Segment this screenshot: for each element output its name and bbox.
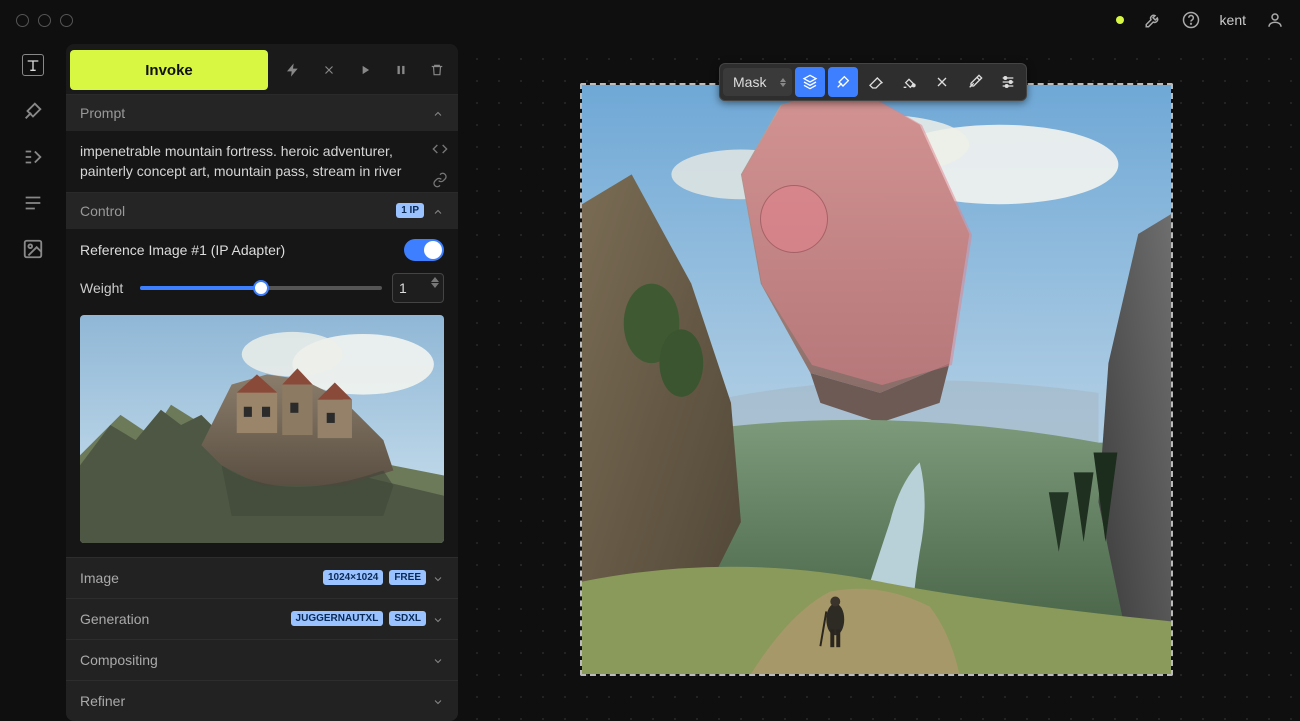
- clear-icon[interactable]: [927, 67, 957, 97]
- fill-icon[interactable]: [894, 67, 924, 97]
- image-section[interactable]: Image 1024×1024 FREE: [66, 557, 458, 598]
- play-icon[interactable]: [356, 62, 374, 78]
- wrench-icon[interactable]: [1144, 11, 1162, 29]
- mask-overlay: [582, 85, 1171, 674]
- settings-sidebar: Invoke Prompt impenetrable mountain fort…: [66, 44, 458, 721]
- gallery-tool-icon[interactable]: [22, 238, 44, 260]
- free-badge: FREE: [389, 570, 426, 585]
- control-header[interactable]: Control 1 IP: [66, 193, 458, 229]
- chevron-up-icon: [432, 205, 444, 217]
- model-badge: JUGGERNAUTXL: [291, 611, 384, 626]
- mask-mode-select[interactable]: Mask: [723, 68, 792, 96]
- invoke-button[interactable]: Invoke: [70, 50, 268, 90]
- user-icon[interactable]: [1266, 11, 1284, 29]
- refiner-section[interactable]: Refiner: [66, 680, 458, 721]
- minimize-window[interactable]: [38, 14, 51, 27]
- brush-icon[interactable]: [828, 67, 858, 97]
- chevron-down-icon: [432, 654, 444, 666]
- eraser-icon[interactable]: [861, 67, 891, 97]
- titlebar: kent: [0, 0, 1300, 40]
- generation-section[interactable]: Generation JUGGERNAUTXL SDXL: [66, 598, 458, 639]
- canvas-image[interactable]: [580, 83, 1173, 676]
- eyedropper-icon[interactable]: [960, 67, 990, 97]
- control-title: Control: [80, 203, 125, 219]
- pause-icon[interactable]: [392, 62, 410, 78]
- workflow-tool-icon[interactable]: [22, 146, 44, 168]
- chevron-down-icon: [432, 572, 444, 584]
- trash-icon[interactable]: [428, 62, 446, 78]
- ip-badge: 1 IP: [396, 203, 424, 218]
- bolt-icon[interactable]: [284, 62, 302, 78]
- prompt-textarea[interactable]: impenetrable mountain fortress. heroic a…: [80, 141, 444, 182]
- cancel-icon[interactable]: [320, 62, 338, 78]
- status-indicator: [1116, 16, 1124, 24]
- queue-tool-icon[interactable]: [22, 192, 44, 214]
- brush-tool-icon[interactable]: [22, 100, 44, 122]
- canvas-toolbar: Mask: [719, 63, 1027, 101]
- code-icon[interactable]: [432, 141, 448, 160]
- text-tool-icon[interactable]: [22, 54, 44, 76]
- prompt-header[interactable]: Prompt: [66, 95, 458, 131]
- maximize-window[interactable]: [60, 14, 73, 27]
- settings-sliders-icon[interactable]: [993, 67, 1023, 97]
- compositing-section[interactable]: Compositing: [66, 639, 458, 680]
- prompt-title: Prompt: [80, 105, 125, 121]
- weight-increment[interactable]: [431, 277, 439, 282]
- resolution-badge: 1024×1024: [323, 570, 383, 585]
- reference-image-label: Reference Image #1 (IP Adapter): [80, 242, 285, 258]
- weight-decrement[interactable]: [431, 283, 439, 288]
- help-icon[interactable]: [1182, 11, 1200, 29]
- arch-badge: SDXL: [389, 611, 426, 626]
- chevron-up-icon: [432, 107, 444, 119]
- reference-image-toggle[interactable]: [404, 239, 444, 261]
- close-window[interactable]: [16, 14, 29, 27]
- prompt-section: Prompt impenetrable mountain fortress. h…: [66, 94, 458, 192]
- weight-input[interactable]: 1: [392, 273, 444, 303]
- link-icon[interactable]: [432, 172, 448, 191]
- reference-image-preview[interactable]: [80, 315, 444, 543]
- chevron-down-icon: [432, 695, 444, 707]
- control-section: Control 1 IP Reference Image #1 (IP Adap…: [66, 192, 458, 557]
- username[interactable]: kent: [1220, 12, 1246, 28]
- layers-icon[interactable]: [795, 67, 825, 97]
- weight-slider[interactable]: [140, 286, 382, 290]
- weight-label: Weight: [80, 280, 130, 296]
- canvas-area[interactable]: Mask: [458, 40, 1300, 721]
- chevron-down-icon: [432, 613, 444, 625]
- window-controls: [16, 14, 73, 27]
- left-toolstrip: [0, 40, 66, 721]
